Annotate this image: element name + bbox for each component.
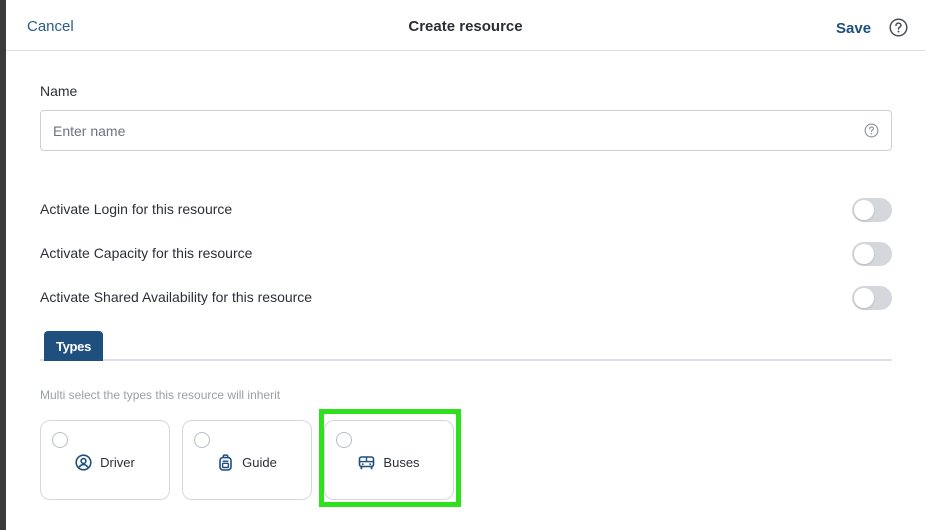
name-label: Name xyxy=(40,83,78,99)
toggle-label-capacity: Activate Capacity for this resource xyxy=(40,245,253,261)
help-icon[interactable] xyxy=(889,18,908,37)
type-checkbox-guide[interactable] xyxy=(194,432,210,448)
types-hint: Multi select the types this resource wil… xyxy=(40,388,281,402)
shared-availability-toggle[interactable] xyxy=(852,286,892,310)
type-card-content: Guide xyxy=(183,452,311,472)
toggle-row-login: Activate Login for this resource xyxy=(40,197,892,223)
type-card-content: Buses xyxy=(325,452,453,472)
login-toggle[interactable] xyxy=(852,198,892,222)
name-field-container xyxy=(40,110,892,151)
type-card-driver[interactable]: Driver xyxy=(40,420,170,500)
tab-types[interactable]: Types xyxy=(44,331,103,361)
toggle-knob xyxy=(854,288,874,308)
name-input[interactable] xyxy=(41,111,841,150)
user-circle-icon xyxy=(75,453,92,471)
window-edge xyxy=(0,0,6,530)
field-help-icon[interactable] xyxy=(864,123,879,138)
header-bar: Cancel Create resource Save xyxy=(6,0,925,51)
tabs-bar: Types xyxy=(40,330,892,361)
backpack-icon xyxy=(217,453,234,471)
bus-icon xyxy=(358,454,375,471)
toggle-knob xyxy=(854,200,874,220)
toggle-label-login: Activate Login for this resource xyxy=(40,201,233,217)
type-checkbox-driver[interactable] xyxy=(52,432,68,448)
toggle-row-capacity: Activate Capacity for this resource xyxy=(40,241,892,267)
type-label-buses: Buses xyxy=(383,454,420,470)
capacity-toggle[interactable] xyxy=(852,242,892,266)
type-card-guide[interactable]: Guide xyxy=(182,420,312,500)
page-title: Create resource xyxy=(408,18,523,35)
toggle-row-shared-availability: Activate Shared Availability for this re… xyxy=(40,285,892,311)
type-card-content: Driver xyxy=(41,452,169,472)
type-label-guide: Guide xyxy=(242,454,277,470)
save-button[interactable]: Save xyxy=(836,20,871,37)
type-checkbox-buses[interactable] xyxy=(336,432,352,448)
toggle-label-shared-availability: Activate Shared Availability for this re… xyxy=(40,289,313,305)
type-label-driver: Driver xyxy=(100,454,135,470)
toggle-knob xyxy=(854,244,874,264)
type-card-buses[interactable]: Buses xyxy=(324,420,454,500)
